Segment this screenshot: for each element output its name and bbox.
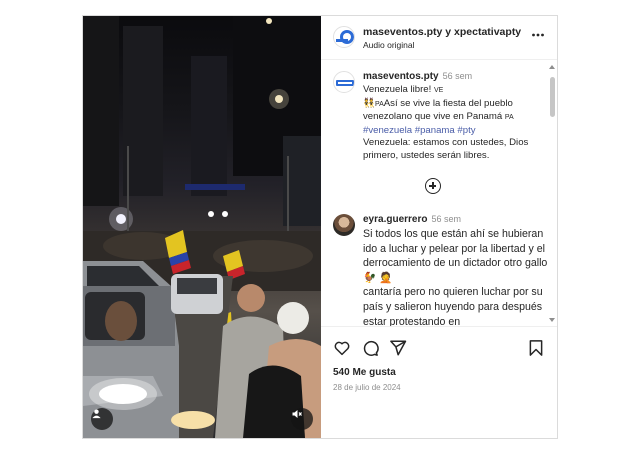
comments-list[interactable]: maseventos.pty 56 sem Venezuela libre! VE… xyxy=(321,61,557,326)
post-side-panel: maseventos.pty y xpectativapty Audio ori… xyxy=(321,16,557,438)
post-date[interactable]: 28 de julio de 2024 xyxy=(333,383,401,392)
caption-line-2: Así se vive la fiesta del pueblo venezol… xyxy=(363,97,513,123)
tagged-users-button[interactable] xyxy=(91,408,113,430)
post-actions: 540 Me gusta 28 de julio de 2024 xyxy=(321,326,557,438)
scroll-up-arrow-icon[interactable] xyxy=(549,65,555,69)
load-more-comments-button[interactable] xyxy=(425,178,441,194)
likes-count[interactable]: 540 Me gusta xyxy=(333,367,396,378)
audio-label[interactable]: Audio original xyxy=(363,40,415,50)
video-frame-illustration xyxy=(83,16,321,438)
caption-line-1: Venezuela libre! xyxy=(363,84,434,95)
brand-logo-icon xyxy=(336,30,354,44)
author-avatar[interactable] xyxy=(333,26,355,48)
scroll-down-arrow-icon[interactable] xyxy=(549,318,555,322)
caption-age[interactable]: 56 sem xyxy=(443,71,473,81)
flag-emoji-pa-end: PA xyxy=(504,114,514,122)
header-username[interactable]: maseventos.pty y xpectativapty xyxy=(363,26,521,38)
comment-text: Si todos los que están ahí se hubieran i… xyxy=(363,227,553,326)
caption-username[interactable]: maseventos.pty xyxy=(363,71,439,82)
more-horizontal-icon xyxy=(532,33,544,37)
comments-scrollbar[interactable] xyxy=(547,61,557,326)
comment-text-part-1: Si todos los que están ahí se hubieran i… xyxy=(363,228,548,270)
comment-text-part-2: cantaría pero no quieren luchar por su p… xyxy=(363,286,543,326)
flag-emoji-pa: PA xyxy=(374,100,384,108)
mute-toggle-button[interactable] xyxy=(291,408,313,430)
heart-icon xyxy=(334,341,350,356)
facepalm-emoji-icon: 🤦 xyxy=(379,271,393,284)
comment-icon xyxy=(363,340,379,356)
caption-header: maseventos.pty 56 sem xyxy=(363,71,472,82)
send-icon xyxy=(390,340,407,356)
user-tag-icon xyxy=(92,409,101,419)
caption-hashtags[interactable]: #venezuela #panama #pty xyxy=(363,125,476,136)
save-button[interactable] xyxy=(527,339,545,357)
post-video[interactable] xyxy=(83,16,321,438)
comment-username[interactable]: eyra.guerrero xyxy=(363,214,427,225)
flag-emoji-ve: VE xyxy=(433,87,444,94)
comment-button[interactable] xyxy=(361,339,379,357)
brand-logo-icon xyxy=(336,80,354,86)
post-card: maseventos.pty y xpectativapty Audio ori… xyxy=(82,15,558,439)
more-options-button[interactable] xyxy=(531,28,545,44)
dancing-emoji-icon: 👯 xyxy=(363,97,375,109)
share-button[interactable] xyxy=(389,339,407,357)
caption-line-3: Venezuela: estamos con ustedes, Dios pri… xyxy=(363,137,529,161)
like-button[interactable] xyxy=(333,339,351,357)
bookmark-icon xyxy=(529,340,543,356)
post-header: maseventos.pty y xpectativapty Audio ori… xyxy=(321,16,557,60)
caption-avatar[interactable] xyxy=(333,71,355,93)
commenter-avatar[interactable] xyxy=(333,214,355,236)
comment-header: eyra.guerrero 56 sem xyxy=(363,214,461,225)
muted-speaker-icon xyxy=(292,410,302,418)
scrollbar-thumb[interactable] xyxy=(550,77,555,117)
caption-text: Venezuela libre! VE 👯PAAsí se vive la fi… xyxy=(363,84,548,163)
comment-age[interactable]: 56 sem xyxy=(431,214,461,224)
rooster-emoji-icon: 🐓 xyxy=(363,271,377,284)
